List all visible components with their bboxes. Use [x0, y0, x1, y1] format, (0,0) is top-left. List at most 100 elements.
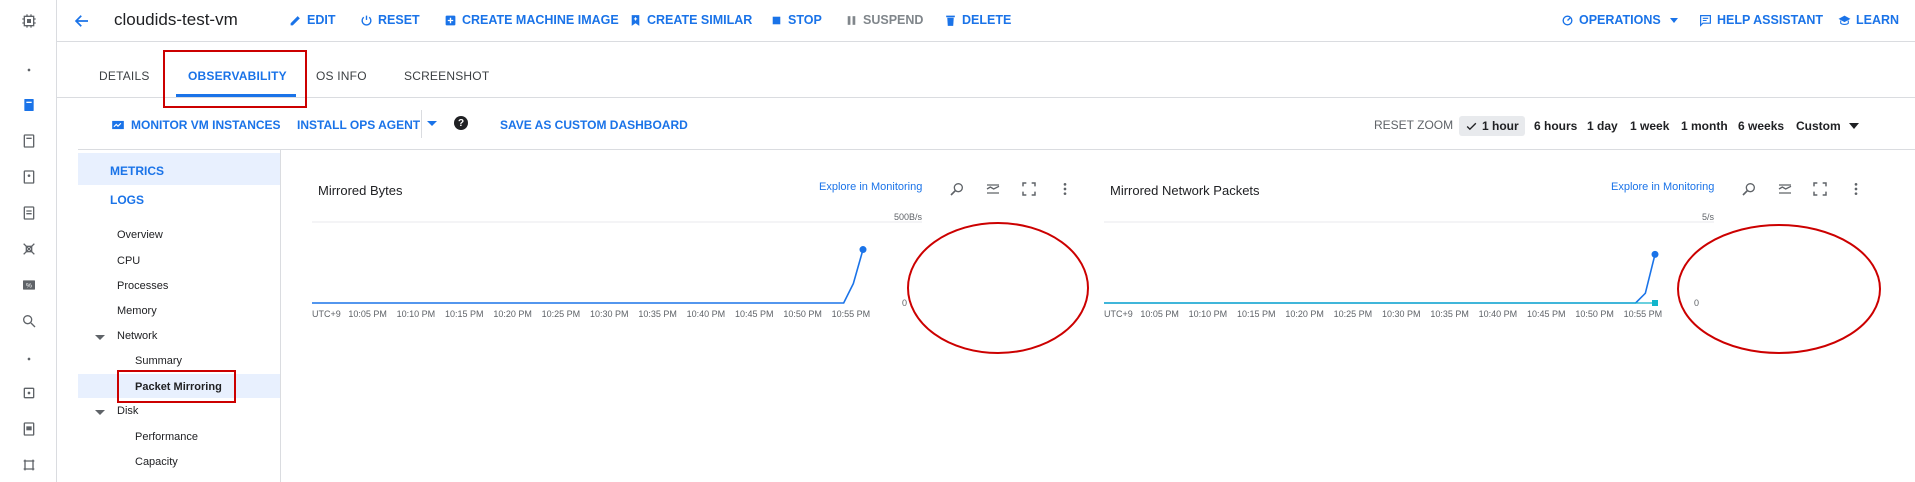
disk-expand-icon[interactable] — [95, 410, 105, 415]
school-icon — [1838, 15, 1851, 25]
x-tick-label: 10:30 PM — [1382, 309, 1421, 319]
range-1-day-button[interactable]: 1 day — [1587, 116, 1618, 136]
svg-text:%: % — [26, 283, 32, 290]
save-as-custom-dashboard-button[interactable]: SAVE AS CUSTOM DASHBOARD — [500, 118, 688, 132]
add-box-icon — [445, 15, 456, 25]
x-tick-label: 10:40 PM — [1479, 309, 1518, 319]
install-ops-agent-button[interactable]: INSTALL OPS AGENT — [297, 118, 420, 132]
machine-images-icon[interactable] — [0, 198, 57, 228]
back-arrow-icon[interactable] — [70, 9, 94, 33]
create-machine-image-button[interactable]: CREATE MACHINE IMAGE — [444, 13, 619, 27]
delete-button[interactable]: DELETE — [944, 13, 1011, 27]
x-tick-label: 10:35 PM — [1430, 309, 1469, 319]
x-tick-label: 10:05 PM — [348, 309, 387, 319]
monitor-vm-instances-button[interactable]: MONITOR VM INSTANCES — [111, 118, 281, 132]
range-1-hour-button[interactable]: 1 hour — [1459, 116, 1525, 136]
help-assistant-button[interactable]: HELP ASSISTANT — [1699, 13, 1823, 27]
install-ops-agent-label: INSTALL OPS AGENT — [297, 118, 421, 132]
left-nav-rail: % — [0, 0, 57, 482]
storage-icon[interactable] — [0, 378, 57, 408]
tab-details[interactable]: DETAILS — [99, 69, 150, 83]
explore-in-monitoring-link[interactable]: Explore in Monitoring — [819, 181, 922, 193]
vm-name-title: cloudids-test-vm — [114, 10, 238, 29]
nav-cpu[interactable]: CPU — [117, 255, 140, 267]
custom-caret-icon — [1848, 123, 1859, 129]
snapshots-icon[interactable] — [0, 414, 57, 444]
nav-disk[interactable]: Disk — [117, 405, 138, 417]
dashboard-icon — [112, 120, 124, 130]
nav-disk-performance[interactable]: Performance — [135, 431, 198, 443]
annotation-ellipse-chart1 — [907, 222, 1089, 354]
help-icon[interactable]: ? — [454, 116, 468, 130]
operations-button[interactable]: OPERATIONS — [1561, 13, 1678, 27]
range-6-weeks-button[interactable]: 6 weeks — [1738, 116, 1784, 136]
observability-nav: METRICS LOGS Overview CPU Processes Memo… — [57, 150, 281, 482]
range-1-week-button[interactable]: 1 week — [1630, 116, 1669, 136]
check-icon — [1466, 122, 1477, 130]
compute-engine-icon[interactable] — [0, 6, 57, 36]
edit-label: EDIT — [307, 13, 336, 27]
x-tick-label: UTC+9 — [1104, 309, 1133, 319]
install-dropdown-chevron-icon[interactable] — [427, 121, 437, 126]
latest-point-marker — [859, 246, 867, 254]
committed-use-icon[interactable]: % — [0, 270, 57, 300]
create-similar-button[interactable]: CREATE SIMILAR — [629, 13, 752, 27]
explore-in-monitoring-link-2[interactable]: Explore in Monitoring — [1611, 181, 1714, 193]
nav-disk-capacity[interactable]: Capacity — [135, 456, 178, 468]
more-vert-icon[interactable] — [1847, 180, 1865, 198]
zoom-search-icon[interactable] — [948, 180, 966, 198]
vm-instances-icon[interactable] — [0, 90, 57, 120]
edit-button[interactable]: EDIT — [289, 13, 335, 27]
x-tick-label: 10:20 PM — [1285, 309, 1324, 319]
install-ops-agent-divider — [421, 110, 422, 138]
x-tick-label: 10:05 PM — [1140, 309, 1179, 319]
tab-bar: DETAILS OBSERVABILITY OS INFO SCREENSHOT — [57, 42, 1915, 98]
tpu-icon[interactable] — [0, 234, 57, 264]
zoom-search-icon[interactable] — [1740, 180, 1758, 198]
custom-range-label: Custom — [1796, 119, 1841, 133]
nav-network[interactable]: Network — [117, 330, 157, 342]
learn-button[interactable]: LEARN — [1838, 13, 1899, 27]
reset-zoom-button[interactable]: RESET ZOOM — [1374, 118, 1453, 132]
nav-processes[interactable]: Processes — [117, 280, 168, 292]
nav-overview[interactable]: Overview — [117, 229, 163, 241]
suspend-label: SUSPEND — [863, 13, 924, 27]
nav-memory[interactable]: Memory — [117, 305, 157, 317]
dot-icon — [0, 344, 57, 374]
operations-label: OPERATIONS — [1579, 13, 1661, 27]
compare-icon[interactable] — [1776, 180, 1794, 198]
latest-point-marker — [1652, 300, 1658, 306]
create-similar-label: CREATE SIMILAR — [647, 13, 753, 27]
nav-network-summary[interactable]: Summary — [135, 355, 182, 367]
tab-screenshot[interactable]: SCREENSHOT — [404, 69, 489, 83]
more-vert-icon[interactable] — [1056, 180, 1074, 198]
suspend-button[interactable]: SUSPEND — [845, 13, 923, 27]
x-tick-label: 10:25 PM — [542, 309, 581, 319]
fullscreen-icon[interactable] — [1020, 180, 1038, 198]
images-icon[interactable] — [0, 450, 57, 480]
x-tick-label: 10:55 PM — [1624, 309, 1663, 319]
custom-range-dropdown[interactable]: Custom — [1796, 116, 1859, 136]
x-tick-label: 10:20 PM — [493, 309, 532, 319]
sole-tenant-icon[interactable] — [0, 162, 57, 192]
reset-button[interactable]: RESET — [360, 13, 420, 27]
search-icon[interactable] — [0, 306, 57, 336]
stop-button[interactable]: STOP — [770, 13, 822, 27]
x-tick-label: UTC+9 — [312, 309, 341, 319]
tab-os-info[interactable]: OS INFO — [316, 69, 367, 83]
range-6-hours-button[interactable]: 6 hours — [1534, 116, 1577, 136]
x-tick-label: 10:25 PM — [1334, 309, 1373, 319]
instance-templates-icon[interactable] — [0, 126, 57, 156]
x-tick-label: 10:45 PM — [1527, 309, 1566, 319]
x-tick-label: 10:30 PM — [590, 309, 629, 319]
fullscreen-icon[interactable] — [1811, 180, 1829, 198]
nav-logs[interactable]: LOGS — [110, 193, 144, 207]
help-assistant-label: HELP ASSISTANT — [1717, 13, 1824, 27]
compare-icon[interactable] — [984, 180, 1002, 198]
series-line — [312, 249, 864, 304]
nav-metrics[interactable]: METRICS — [110, 164, 164, 178]
x-tick-label: 10:15 PM — [445, 309, 484, 319]
range-1-month-button[interactable]: 1 month — [1681, 116, 1728, 136]
network-expand-icon[interactable] — [95, 335, 105, 340]
annotation-ellipse-chart2 — [1677, 224, 1881, 354]
